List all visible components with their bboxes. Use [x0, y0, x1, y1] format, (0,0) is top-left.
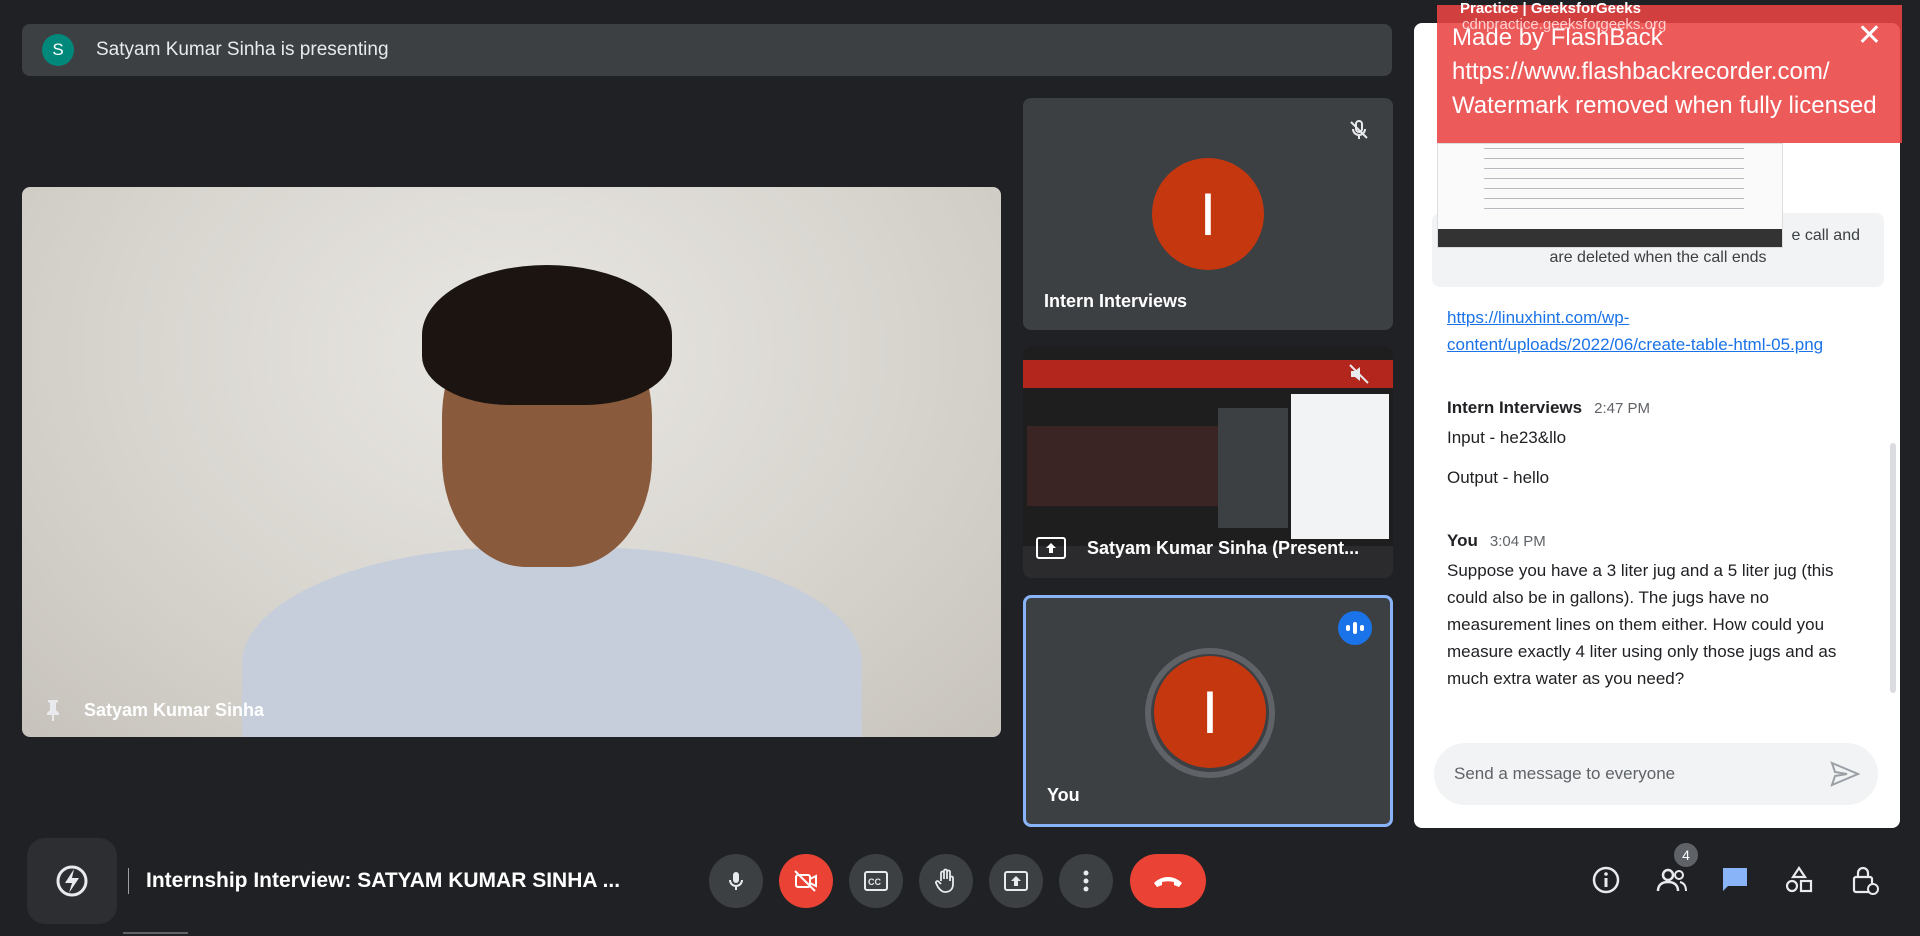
host-controls-icon [1852, 866, 1879, 895]
raise-hand-button[interactable] [919, 854, 973, 908]
participant-avatar: I [1152, 158, 1264, 270]
chat-notice-line2: are deleted when the call ends [1549, 249, 1767, 266]
audio-muted-icon [1349, 364, 1369, 384]
message-time: 3:04 PM [1489, 533, 1546, 550]
present-icon [1004, 871, 1028, 891]
info-icon [1592, 866, 1620, 894]
participant-name: Intern Interviews [1044, 291, 1188, 311]
main-video-tile[interactable]: Satyam Kumar Sinha [22, 187, 1001, 737]
chat-message: You 3:04 PM Suppose you have a 3 liter j… [1447, 531, 1867, 692]
message-sender: Intern Interviews [1447, 398, 1583, 417]
message-time: 2:47 PM [1594, 400, 1650, 417]
screen-share-label: Satyam Kumar Sinha (Present... [1035, 536, 1359, 560]
participant-video-body [242, 547, 862, 737]
main-video-label: Satyam Kumar Sinha [44, 699, 264, 721]
chat-message: Intern Interviews 2:47 PM Input - he23&l… [1447, 398, 1867, 491]
screen-share-tile[interactable]: Satyam Kumar Sinha (Present... [1023, 346, 1393, 578]
chat-input-container [1434, 743, 1878, 805]
watermark-line: Watermark removed when fully licensed [1452, 92, 1877, 119]
message-sender: You [1447, 531, 1478, 550]
end-call-icon [1154, 877, 1182, 887]
self-tile[interactable]: I You [1023, 595, 1393, 827]
present-screen-icon [1036, 537, 1066, 559]
send-icon[interactable] [1830, 761, 1860, 787]
screen-share-preview [1023, 346, 1393, 546]
main-video-name: Satyam Kumar Sinha [84, 699, 265, 720]
pin-icon[interactable] [44, 699, 62, 721]
self-name: You [1047, 785, 1080, 805]
screen-share-name: Satyam Kumar Sinha (Present... [1087, 537, 1360, 558]
captions-button[interactable]: CC [849, 854, 903, 908]
activities-button[interactable] [1779, 860, 1819, 900]
captions-icon: CC [864, 871, 888, 891]
watermark-line: https://www.flashbackrecorder.com/ [1452, 58, 1830, 85]
presenting-text: Satyam Kumar Sinha is presenting [96, 39, 389, 60]
background-page-url: cdnpractice.geeksforgeeks.org [1462, 16, 1667, 33]
lightning-button[interactable] [27, 838, 117, 924]
mic-icon [729, 872, 743, 890]
raise-hand-icon [935, 868, 954, 893]
mic-muted-icon [1350, 119, 1368, 139]
meeting-title: Internship Interview: SATYAM KUMAR SINHA… [146, 869, 621, 892]
svg-text:CC: CC [868, 877, 881, 887]
chat-message-link[interactable]: https://linuxhint.com/wp-content/uploads… [1447, 304, 1867, 358]
chat-icon [1723, 868, 1747, 891]
camera-toggle-button[interactable] [779, 854, 833, 908]
self-avatar: I [1154, 656, 1266, 768]
participant-video-hair [422, 265, 672, 405]
message-text: Suppose you have a 3 liter jug and a 5 l… [1447, 561, 1837, 688]
more-icon [1083, 870, 1089, 892]
presenter-avatar: S [42, 34, 74, 66]
participant-tile-intern-interviews[interactable]: I Intern Interviews [1023, 98, 1393, 330]
mic-button[interactable] [709, 854, 763, 908]
message-text: Input - he23&llo [1447, 428, 1567, 447]
present-button[interactable] [989, 854, 1043, 908]
activities-icon [1785, 866, 1813, 893]
host-controls-button[interactable] [1845, 860, 1885, 900]
presenting-banner: S Satyam Kumar Sinha is presenting [22, 24, 1392, 76]
chat-button[interactable] [1715, 860, 1755, 900]
people-icon [1656, 868, 1687, 892]
chat-message-input[interactable] [1454, 764, 1830, 784]
camera-off-icon [794, 870, 817, 892]
chat-scrollbar[interactable] [1890, 443, 1896, 693]
bottom-divider [128, 868, 129, 894]
lightning-icon [56, 865, 88, 897]
recorded-page-thumbnail [1437, 143, 1783, 248]
more-options-button[interactable] [1059, 854, 1113, 908]
speaking-indicator-icon [1338, 611, 1372, 645]
end-call-button[interactable] [1130, 854, 1206, 908]
message-text: Output - hello [1447, 468, 1550, 487]
background-page-title: Practice | GeeksforGeeks [1460, 0, 1641, 17]
meeting-info-button[interactable] [1586, 860, 1626, 900]
participant-count-badge: 4 [1674, 843, 1698, 867]
watermark-close-icon[interactable]: ✕ [1857, 19, 1882, 53]
bottom-indicator-line [123, 932, 188, 934]
